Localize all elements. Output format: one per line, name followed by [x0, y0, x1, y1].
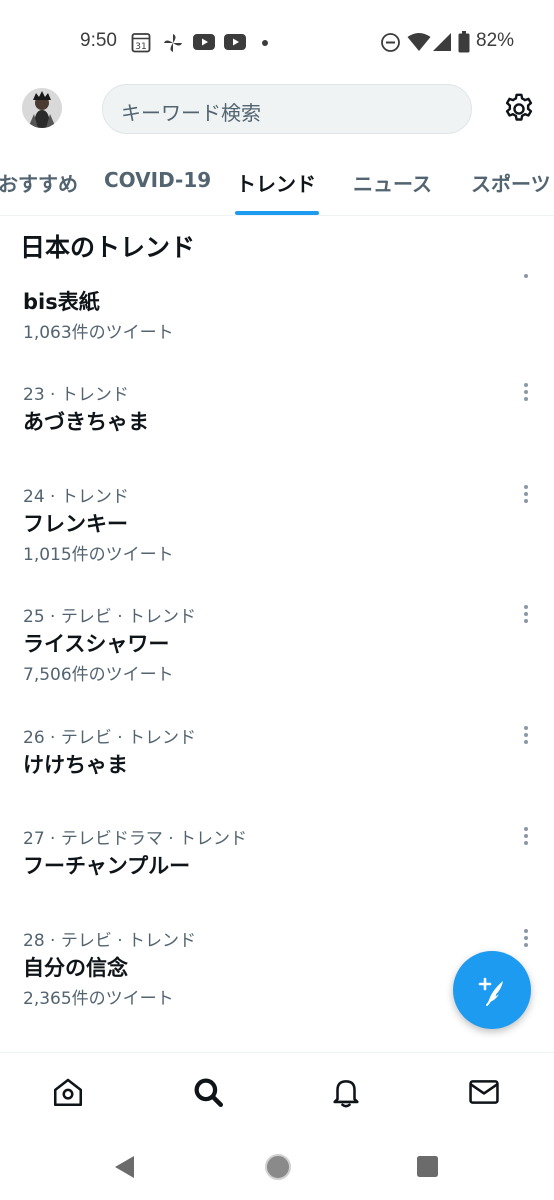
search-icon[interactable]: [191, 1075, 225, 1109]
trend-name: けけちゃま: [23, 753, 128, 777]
trend-item[interactable]: 25 · テレビ · トレンド ライスシャワー 7,506件のツイート: [0, 602, 554, 692]
compose-tweet-button[interactable]: [453, 951, 531, 1029]
tab-news[interactable]: ニュース: [353, 168, 432, 197]
trend-item[interactable]: 26 · テレビ · トレンド けけちゃま: [0, 723, 554, 803]
more-options-icon[interactable]: [518, 602, 534, 628]
bottom-navigation: [0, 1052, 554, 1136]
trend-name: あづきちゃま: [23, 410, 149, 434]
trend-item[interactable]: bis表紙 1,063件のツイート: [0, 268, 554, 348]
gear-icon[interactable]: [502, 92, 536, 126]
trend-tweet-count: 1,015件のツイート: [23, 545, 174, 565]
trend-meta: 26 · テレビ · トレンド: [23, 728, 197, 748]
calendar-icon: 31: [131, 33, 151, 53]
back-icon[interactable]: [113, 1154, 137, 1180]
battery-percent: 82%: [476, 30, 515, 51]
mail-icon[interactable]: [467, 1075, 501, 1109]
trend-name: フーチャンプルー: [23, 854, 191, 878]
more-options-icon[interactable]: [518, 268, 534, 280]
trend-name: bis表紙: [23, 290, 100, 314]
trend-tweet-count: 2,365件のツイート: [23, 989, 174, 1009]
tab-trends[interactable]: トレンド: [236, 168, 316, 197]
trend-tweet-count: 1,063件のツイート: [23, 323, 174, 343]
more-options-icon[interactable]: [518, 482, 534, 508]
more-options-icon[interactable]: [518, 824, 534, 850]
trend-tweet-count: 7,506件のツイート: [23, 665, 174, 685]
system-navigation-bar: [0, 1136, 554, 1200]
home-button-icon[interactable]: [264, 1153, 292, 1181]
battery-icon: [458, 31, 470, 53]
tab-covid-19[interactable]: COVID-19: [104, 168, 211, 192]
youtube-icon: [224, 34, 246, 50]
wifi-icon: [407, 33, 431, 51]
trend-meta: 23 · トレンド: [23, 385, 129, 405]
status-bar: 9:50 31 82%: [0, 0, 554, 86]
dnd-icon: [381, 33, 400, 52]
trend-name: ライスシャワー: [23, 632, 170, 656]
avatar-image: [22, 88, 62, 128]
trend-item[interactable]: 27 · テレビドラマ · トレンド フーチャンプルー: [0, 824, 554, 904]
avatar[interactable]: [22, 88, 62, 128]
youtube-icon: [193, 34, 215, 50]
calendar-day: 31: [135, 42, 146, 52]
search-placeholder: キーワード検索: [121, 101, 261, 125]
explore-tabs: おすすめ COVID-19 トレンド ニュース スポーツ: [0, 150, 554, 216]
trend-meta: 28 · テレビ · トレンド: [23, 931, 197, 951]
signal-icon: [433, 33, 451, 51]
trend-name: フレンキー: [23, 512, 128, 536]
more-options-icon[interactable]: [518, 723, 534, 749]
trend-item[interactable]: 24 · トレンド フレンキー 1,015件のツイート: [0, 482, 554, 572]
trend-item[interactable]: 23 · トレンド あづきちゃま: [0, 380, 554, 460]
recents-icon[interactable]: [416, 1155, 439, 1178]
more-options-icon[interactable]: [518, 380, 534, 406]
trend-meta: 27 · テレビドラマ · トレンド: [23, 829, 248, 849]
more-options-icon[interactable]: [518, 926, 534, 952]
tab-active-indicator: [235, 211, 319, 215]
trend-meta: 25 · テレビ · トレンド: [23, 607, 197, 627]
trend-name: 自分の信念: [23, 956, 128, 980]
tab-sports[interactable]: スポーツ: [471, 168, 551, 197]
home-icon[interactable]: [51, 1075, 85, 1109]
trend-meta: 24 · トレンド: [23, 487, 129, 507]
bell-icon[interactable]: [329, 1075, 363, 1109]
dot-icon: [262, 40, 268, 46]
status-time: 9:50: [80, 30, 117, 51]
search-input[interactable]: キーワード検索: [102, 84, 472, 134]
section-title: 日本のトレンド: [20, 233, 196, 262]
pinwheel-icon: [164, 34, 182, 52]
compose-icon: [478, 977, 503, 1006]
tab-recommended[interactable]: おすすめ: [0, 168, 78, 197]
